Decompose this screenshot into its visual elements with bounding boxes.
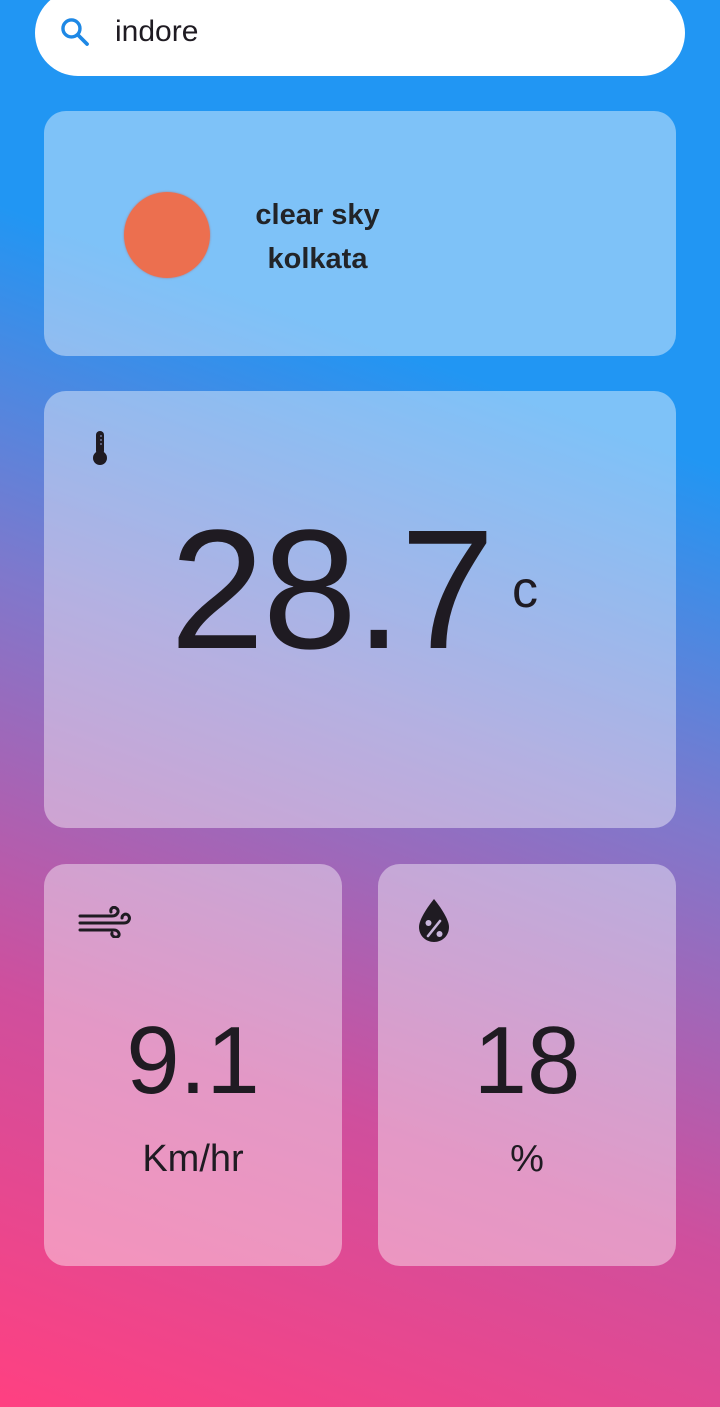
wind-icon	[78, 906, 131, 938]
search-bar[interactable]	[35, 0, 685, 76]
thermometer-icon	[93, 431, 107, 465]
search-icon[interactable]	[58, 15, 92, 49]
temperature-value: 28.7	[170, 495, 495, 685]
condition-info: clear sky kolkata	[235, 193, 400, 281]
humidity-value: 18	[473, 1007, 581, 1114]
search-input[interactable]	[115, 8, 655, 56]
wind-speed-unit: Km/hr	[142, 1138, 244, 1180]
humidity-icon	[419, 899, 449, 942]
city-name: kolkata	[267, 243, 368, 275]
condition-description: clear sky	[255, 199, 380, 231]
humidity-unit: %	[510, 1138, 544, 1180]
wind-speed-value: 9.1	[126, 1007, 260, 1114]
temperature-unit: c	[512, 561, 538, 619]
sun-icon	[124, 192, 210, 278]
